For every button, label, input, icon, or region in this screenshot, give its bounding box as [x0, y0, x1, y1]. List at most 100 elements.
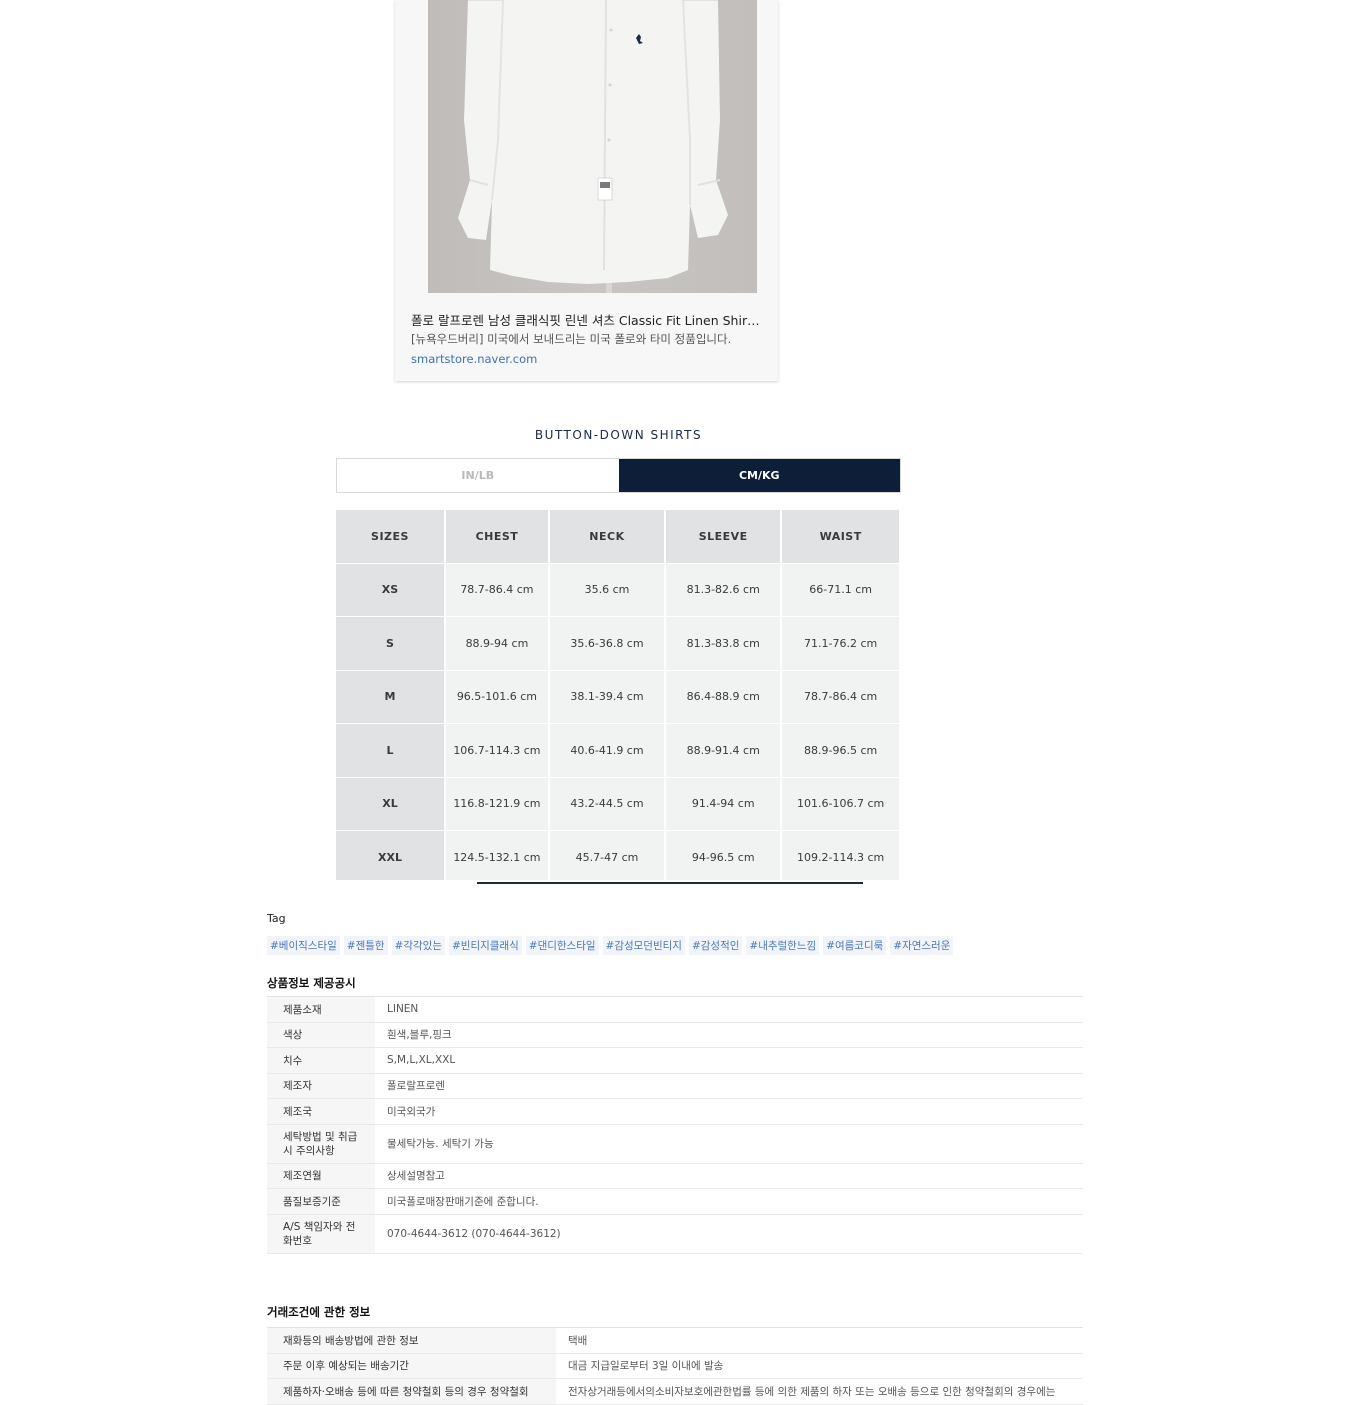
info-row: 치수 S,M,L,XL,XXL — [267, 1047, 1083, 1074]
size-label: XS — [336, 563, 446, 617]
info-label: 세탁방법 및 취급시 주의사항 — [267, 1124, 375, 1164]
info-row: 제조국 미국외국가 — [267, 1098, 1083, 1125]
info-value: 택배 — [556, 1327, 1083, 1354]
tag-item[interactable]: #내추럴한느낌 — [746, 936, 820, 955]
size-value: 78.7-86.4 cm — [446, 563, 550, 617]
size-col-header: CHEST — [446, 510, 550, 564]
size-row: L 106.7-114.3 cm 40.6-41.9 cm 88.9-91.4 cm 8… — [336, 724, 901, 778]
info-value: LINEN — [375, 996, 1083, 1023]
size-value: 35.6-36.8 cm — [549, 617, 667, 671]
size-value: 43.2-44.5 cm — [549, 777, 667, 831]
size-row: XL 116.8-121.9 cm 43.2-44.5 cm 91.4-94 cm 10… — [336, 777, 901, 831]
horizontal-scrollbar[interactable] — [477, 882, 863, 884]
size-col-header: SLEEVE — [666, 510, 783, 564]
info-label: 색상 — [267, 1022, 375, 1048]
info-label: 주문 이후 예상되는 배송기간 — [267, 1353, 556, 1379]
size-value: 66-71.1 cm — [782, 563, 901, 617]
info-label: 제조자 — [267, 1073, 375, 1099]
info-value: 미국폴로매장판매기준에 준합니다. — [375, 1188, 1083, 1215]
info-value: 대금 지급일로부터 3일 이내에 발송 — [556, 1353, 1083, 1379]
link-preview-card[interactable]: 폴로 랄프로렌 남성 클래식핏 린넨 셔츠 Classic Fit Linen … — [395, 0, 778, 381]
info-label: 품질보증기준 — [267, 1188, 375, 1215]
size-value: 116.8-121.9 cm — [446, 777, 550, 831]
unit-in-lb-button[interactable]: IN/LB — [337, 459, 619, 492]
trade-info-table: 재화등의 배송방법에 관한 정보 택배 주문 이후 예상되는 배송기간 대금 지급일로… — [267, 1327, 1083, 1405]
size-value: 109.2-114.3 cm — [782, 831, 901, 880]
info-label: 치수 — [267, 1047, 375, 1074]
tag-item[interactable]: #빈티지클래식 — [449, 936, 522, 955]
info-row: 재화등의 배송방법에 관한 정보 택배 — [267, 1327, 1083, 1354]
info-label: 제품하자·오배송 등에 따른 청약철회 등의 경우 청약철회 — [267, 1378, 556, 1405]
info-row: 색상 흰색,블루,핑크 — [267, 1022, 1083, 1048]
size-value: 81.3-82.6 cm — [666, 563, 783, 617]
size-row: S 88.9-94 cm 35.6-36.8 cm 81.3-83.8 cm 71.1-… — [336, 617, 901, 671]
info-row: 품질보증기준 미국폴로매장판매기준에 준합니다. — [267, 1188, 1083, 1215]
size-value: 35.6 cm — [549, 563, 667, 617]
size-table-body: XS 78.7-86.4 cm 35.6 cm 81.3-82.6 cm 66-71.1… — [336, 563, 901, 880]
info-value: 상세설명참고 — [375, 1163, 1083, 1189]
size-value: 88.9-91.4 cm — [666, 724, 783, 778]
tag-item[interactable]: #여름코디룩 — [823, 936, 887, 955]
info-row: 제조자 폴로랄프로렌 — [267, 1073, 1083, 1099]
size-value: 88.9-96.5 cm — [782, 724, 901, 778]
size-col-header: NECK — [549, 510, 667, 564]
tag-item[interactable]: #각각있는 — [391, 936, 445, 955]
trade-info-title: 거래조건에 관한 정보 — [267, 1305, 371, 1319]
size-col-header: SIZES — [336, 510, 446, 564]
size-value: 38.1-39.4 cm — [549, 670, 667, 724]
product-image[interactable] — [428, 0, 757, 293]
product-info-table: 제품소재 LINEN 색상 흰색,블루,핑크 치수 S,M,L,XL,XXL 제조자 폴로랄프… — [267, 996, 1083, 1254]
tag-item[interactable]: #자연스러운 — [890, 936, 954, 955]
size-col-header: WAIST — [782, 510, 901, 564]
size-table: SIZES CHEST NECK SLEEVE WAIST XS 78.7-86.4 cm… — [336, 510, 901, 880]
size-value: 71.1-76.2 cm — [782, 617, 901, 671]
info-row: 주문 이후 예상되는 배송기간 대금 지급일로부터 3일 이내에 발송 — [267, 1353, 1083, 1379]
info-label: 제조연월 — [267, 1163, 375, 1189]
size-value: 81.3-83.8 cm — [666, 617, 783, 671]
info-value: 폴로랄프로렌 — [375, 1073, 1083, 1099]
size-value: 86.4-88.9 cm — [666, 670, 783, 724]
info-row: 제품하자·오배송 등에 따른 청약철회 등의 경우 청약철회 전자상거래등에서의소… — [267, 1378, 1083, 1405]
info-row: 세탁방법 및 취급시 주의사항 물세탁가능. 세탁기 가능 — [267, 1124, 1083, 1164]
size-row: XXL 124.5-132.1 cm 45.7-47 cm 94-96.5 cm 109… — [336, 831, 901, 880]
info-row: 제조연월 상세설명참고 — [267, 1163, 1083, 1189]
size-value: 40.6-41.9 cm — [549, 724, 667, 778]
info-row: A/S 책임자와 전화번호 070-4644-3612 (070-4644-361… — [267, 1214, 1083, 1254]
size-label: L — [336, 724, 446, 778]
size-table-scroll[interactable]: SIZES CHEST NECK SLEEVE WAIST XS 78.7-86.4 cm… — [336, 510, 901, 880]
info-label: A/S 책임자와 전화번호 — [267, 1214, 375, 1254]
size-value: 78.7-86.4 cm — [782, 670, 901, 724]
tag-item[interactable]: #베이직스타일 — [267, 936, 340, 955]
size-label: S — [336, 617, 446, 671]
size-label: M — [336, 670, 446, 724]
card-title[interactable]: 폴로 랄프로렌 남성 클래식핏 린넨 셔츠 Classic Fit Linen … — [411, 310, 763, 329]
tag-item[interactable]: #댄디한스타일 — [525, 936, 599, 955]
size-value: 88.9-94 cm — [446, 617, 550, 671]
info-label: 제조국 — [267, 1098, 375, 1125]
info-value: 물세탁가능. 세탁기 가능 — [375, 1124, 1083, 1164]
size-value: 106.7-114.3 cm — [446, 724, 550, 778]
info-value: 흰색,블루,핑크 — [375, 1022, 1083, 1048]
size-value: 96.5-101.6 cm — [446, 670, 550, 724]
card-url[interactable]: smartstore.naver.com — [411, 352, 537, 366]
info-label: 제품소재 — [267, 996, 375, 1023]
info-value: 070-4644-3612 (070-4644-3612) — [375, 1214, 1083, 1254]
size-label: XXL — [336, 831, 446, 880]
info-label: 재화등의 배송방법에 관한 정보 — [267, 1327, 556, 1354]
unit-cm-kg-button[interactable]: CM/KG — [618, 459, 900, 492]
size-value: 101.6-106.7 cm — [782, 777, 901, 831]
size-value: 45.7-47 cm — [549, 831, 667, 880]
size-table-header: SIZES CHEST NECK SLEEVE WAIST — [336, 510, 901, 564]
size-label: XL — [336, 777, 446, 831]
size-value: 94-96.5 cm — [666, 831, 783, 880]
card-description: [뉴욕우드버리] 미국에서 보내드리는 미국 폴로와 타미 정품입니다. — [411, 332, 732, 346]
tag-item[interactable]: #젠틀한 — [343, 936, 388, 955]
size-value: 91.4-94 cm — [666, 777, 783, 831]
size-chart-title: BUTTON-DOWN SHIRTS — [534, 428, 703, 442]
tag-item[interactable]: #감성모던빈티지 — [602, 936, 685, 955]
tag-item[interactable]: #감성적인 — [688, 936, 743, 955]
info-value: S,M,L,XL,XXL — [375, 1047, 1083, 1074]
tag-heading: Tag — [267, 912, 286, 925]
size-value: 124.5-132.1 cm — [446, 831, 550, 880]
unit-toggle: IN/LB CM/KG — [336, 458, 901, 493]
